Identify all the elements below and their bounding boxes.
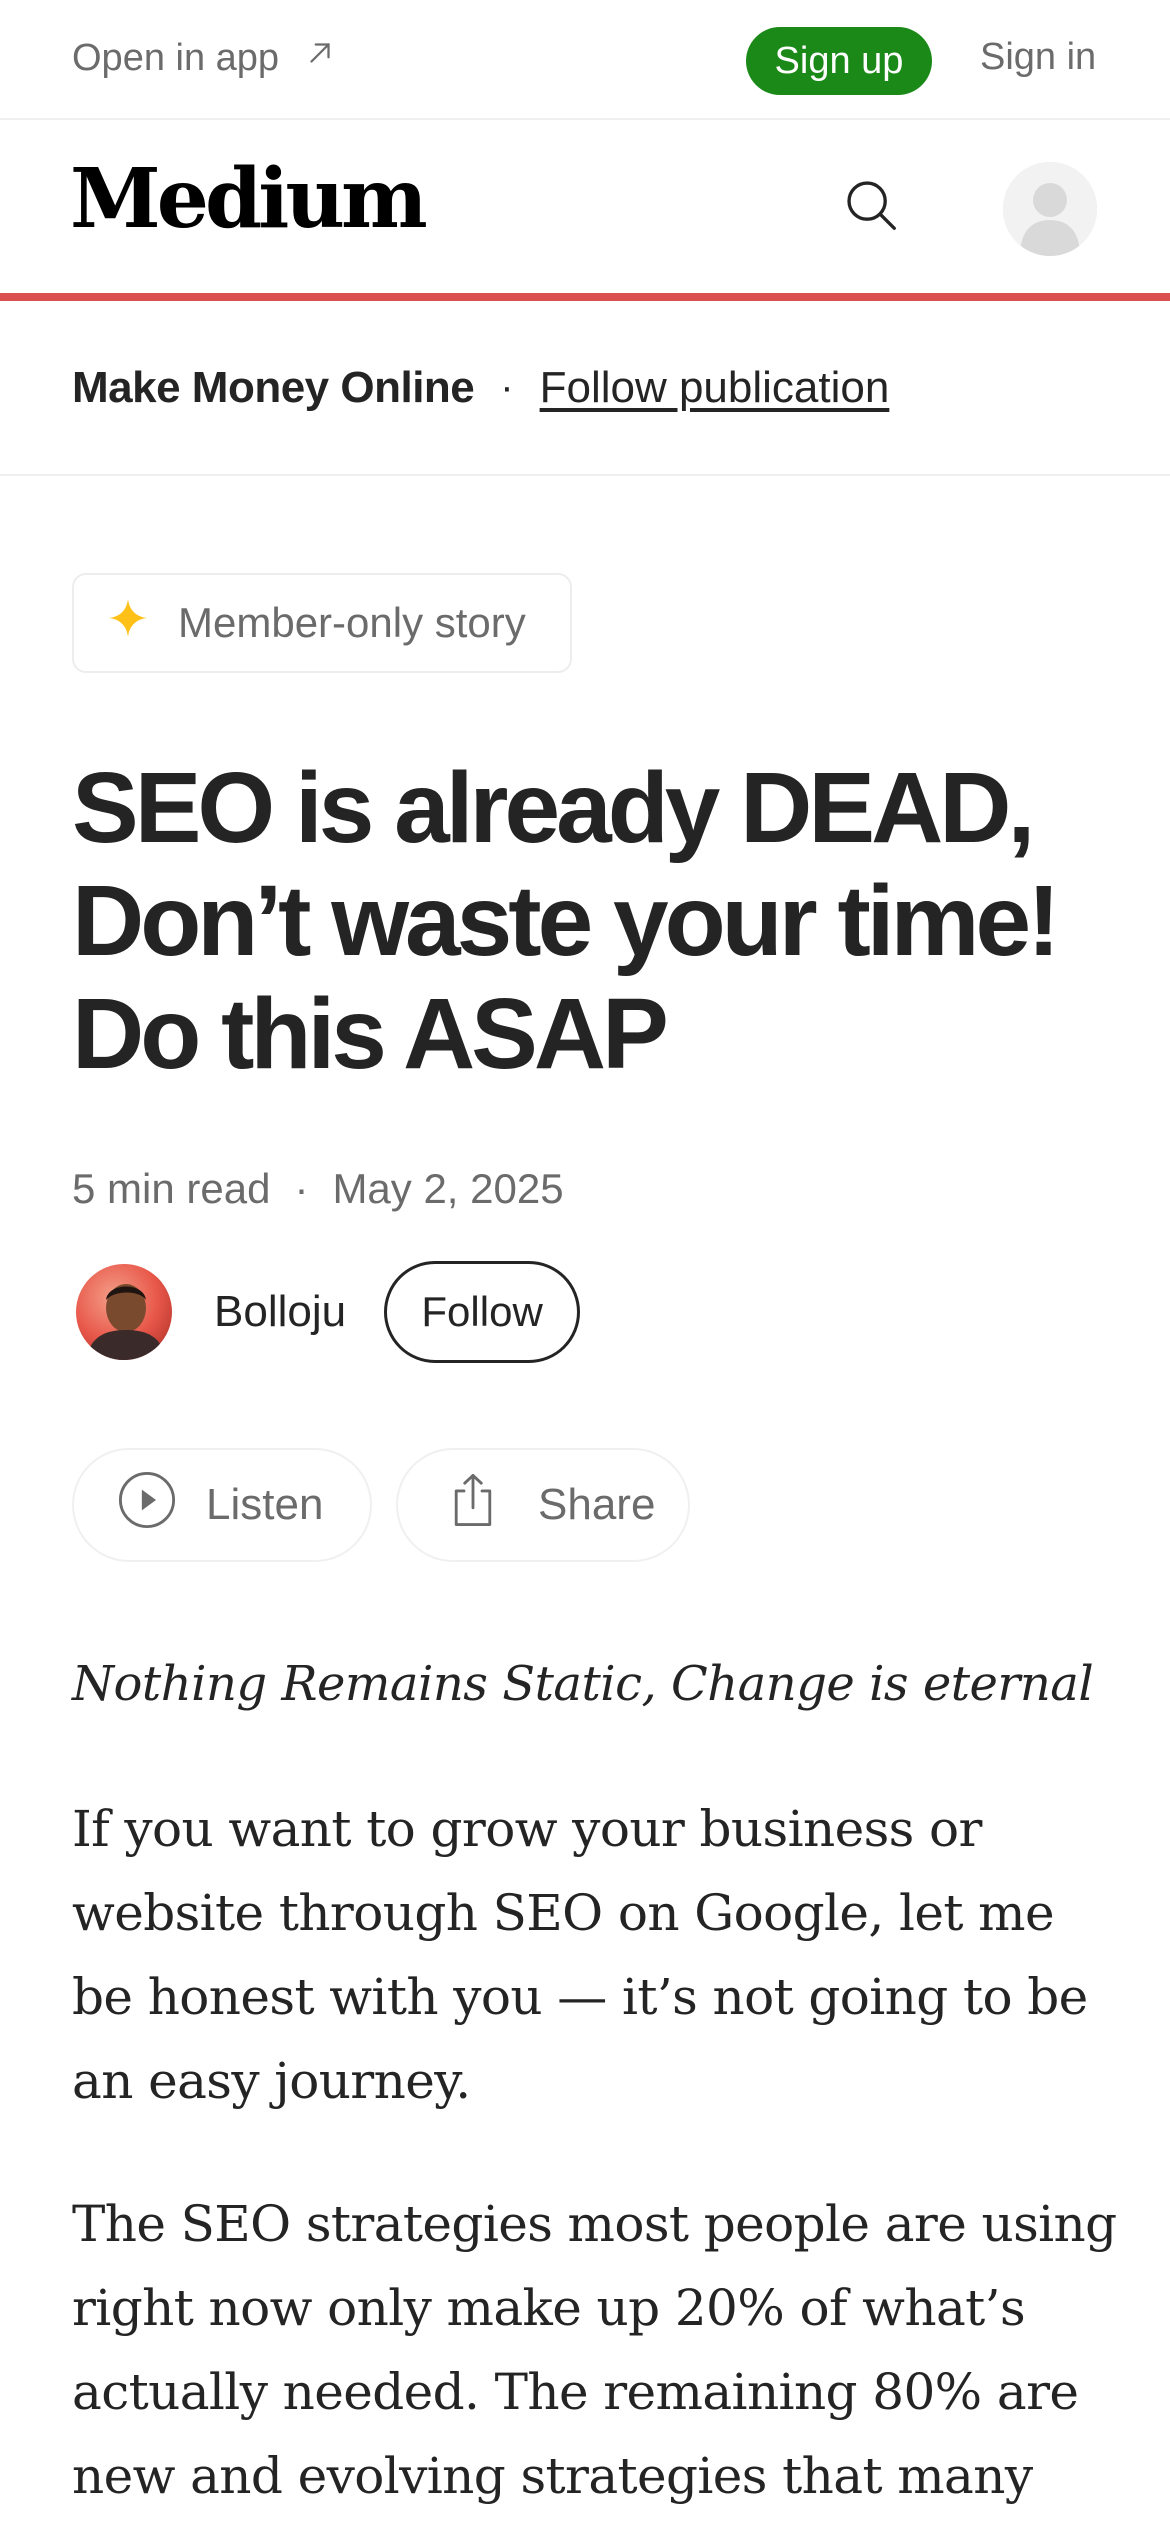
open-in-app-link[interactable]: Open in app (72, 36, 337, 80)
star-icon (106, 596, 150, 650)
user-avatar-button[interactable] (1003, 162, 1097, 256)
follow-author-button[interactable]: Follow (384, 1261, 581, 1363)
sign-up-button[interactable]: Sign up (746, 27, 932, 95)
member-only-label: Member-only story (178, 599, 526, 646)
share-button[interactable]: Share (396, 1448, 690, 1562)
top-bar: Open in app Sign up Sign in (0, 0, 1170, 120)
read-time: 5 min read (72, 1165, 271, 1212)
share-icon (442, 1469, 504, 1542)
medium-logo[interactable]: Medium (70, 158, 428, 240)
article-subtitle: Nothing Remains Static, Change is eterna… (72, 1656, 1094, 1712)
publication-bar: Make Money Online · Follow publication (0, 301, 1170, 476)
site-header: Medium (0, 120, 1170, 298)
arrow-up-right-icon (303, 36, 337, 80)
share-label: Share (538, 1480, 656, 1529)
separator-dot: · (500, 365, 514, 409)
member-only-badge: Member-only story (72, 573, 572, 673)
listen-button[interactable]: Listen (72, 1448, 372, 1562)
play-circle-icon (116, 1469, 178, 1542)
article-paragraph: The SEO strategies most people are using… (72, 2195, 1117, 2505)
follow-publication-link[interactable]: Follow publication (540, 363, 890, 413)
open-in-app-label: Open in app (72, 36, 280, 79)
search-button[interactable] (836, 172, 906, 242)
publish-date: May 2, 2025 (332, 1165, 564, 1212)
publication-accent-line (0, 293, 1170, 301)
user-avatar-icon (1003, 162, 1097, 256)
search-icon (840, 174, 902, 241)
listen-label: Listen (206, 1480, 324, 1529)
sign-in-link[interactable]: Sign in (980, 36, 1096, 79)
article-paragraph: If you want to grow your business or web… (72, 1800, 1088, 2110)
author-row: Bolloju Follow (76, 1261, 581, 1363)
author-name[interactable]: Bolloju (214, 1287, 346, 1337)
article-title: SEO is already DEAD, Don’t waste your ti… (72, 752, 1060, 1090)
publication-name[interactable]: Make Money Online (72, 363, 475, 413)
author-avatar[interactable] (76, 1264, 172, 1360)
article-meta: 5 min read · May 2, 2025 (72, 1165, 564, 1213)
separator-dot: · (294, 1165, 309, 1212)
